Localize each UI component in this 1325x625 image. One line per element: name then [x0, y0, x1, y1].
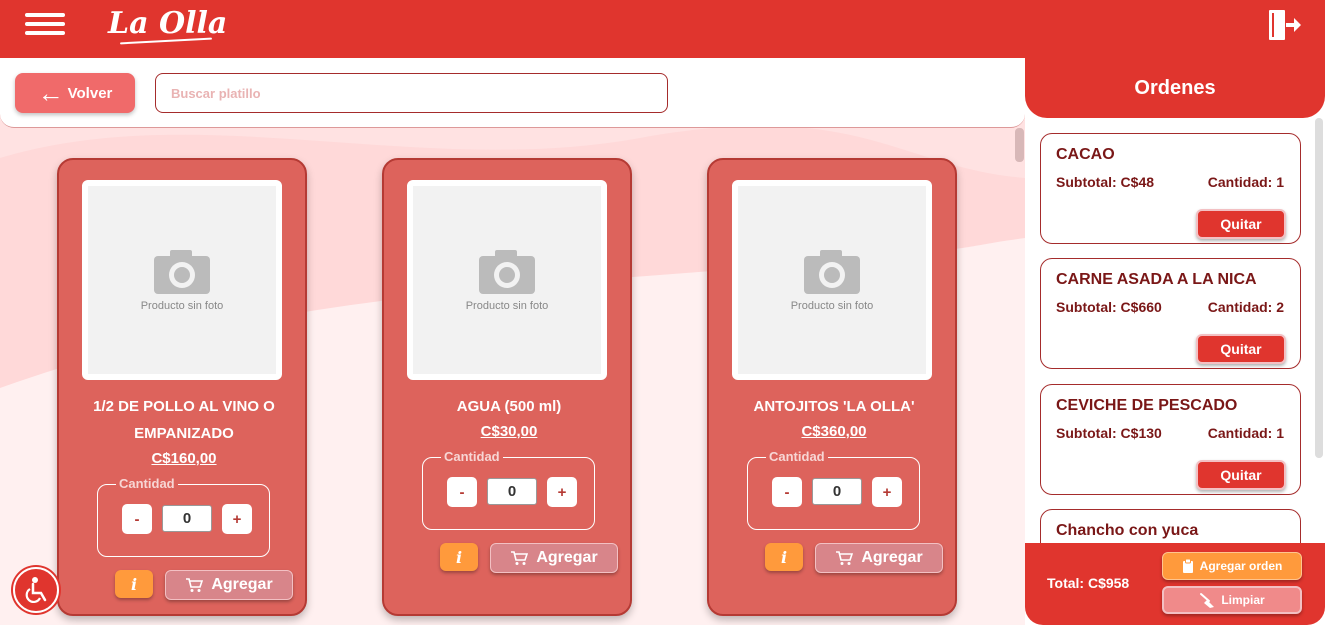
remove-order-button[interactable]: Quitar — [1196, 209, 1286, 239]
cart-icon — [186, 578, 204, 592]
broom-icon — [1200, 593, 1215, 608]
order-total: Total: C$958 — [1047, 575, 1130, 591]
info-button[interactable]: i — [440, 543, 478, 571]
add-order-label: Agregar orden — [1199, 559, 1283, 573]
orders-footer: Total: C$958 Agregar orden Limpiar — [1025, 543, 1325, 625]
order-item-name: Chancho con yuca — [1056, 522, 1199, 539]
clipboard-icon — [1182, 559, 1193, 573]
product-photo-placeholder: Producto sin foto — [732, 180, 932, 380]
top-bar: La Olla — [0, 0, 1325, 58]
decrement-button[interactable]: - — [122, 504, 152, 534]
photo-placeholder-text: Producto sin foto — [465, 300, 549, 312]
quantity-input[interactable]: 0 — [487, 478, 537, 505]
camera-icon — [804, 250, 860, 294]
order-item-quantity: Cantidad: 2 — [1207, 299, 1284, 315]
product-card: Producto sin foto AGUA (500 ml) C$30,00 … — [382, 158, 632, 616]
search-bar: ← Volver Buscar platillo — [0, 58, 1025, 128]
product-card: Producto sin foto 1/2 DE POLLO AL VINO O… — [57, 158, 307, 616]
clear-label: Limpiar — [1221, 593, 1265, 607]
info-button[interactable]: i — [115, 570, 153, 598]
photo-placeholder-text: Producto sin foto — [140, 300, 224, 312]
order-item-quantity: Cantidad: 1 — [1207, 174, 1284, 190]
accessibility-button[interactable] — [13, 567, 59, 613]
product-photo-placeholder: Producto sin foto — [407, 180, 607, 380]
add-button-label: Agregar — [536, 549, 598, 566]
camera-icon — [154, 250, 210, 294]
info-button[interactable]: i — [765, 543, 803, 571]
decrement-button[interactable]: - — [447, 477, 477, 507]
order-item-name: CACAO — [1056, 146, 1115, 163]
hamburger-menu-icon[interactable] — [25, 13, 65, 37]
quantity-input[interactable]: 0 — [812, 478, 862, 505]
remove-order-button[interactable]: Quitar — [1196, 334, 1286, 364]
order-item: CACAO Subtotal: C$48 Cantidad: 1 Quitar — [1040, 133, 1301, 244]
quantity-label: Cantidad — [441, 449, 503, 464]
add-to-cart-button[interactable]: Agregar — [815, 543, 943, 573]
orders-scrollbar[interactable] — [1315, 118, 1323, 458]
product-photo-placeholder: Producto sin foto — [82, 180, 282, 380]
order-item: CARNE ASADA A LA NICA Subtotal: C$660 Ca… — [1040, 258, 1301, 369]
product-price: C$30,00 — [480, 423, 538, 440]
quantity-box: Cantidad - 0 + — [422, 449, 595, 530]
wheelchair-icon — [25, 577, 47, 603]
back-button[interactable]: ← Volver — [15, 73, 135, 113]
increment-button[interactable]: + — [547, 477, 577, 507]
add-order-button[interactable]: Agregar orden — [1162, 552, 1302, 580]
cart-icon — [836, 551, 854, 565]
remove-order-button[interactable]: Quitar — [1196, 460, 1286, 490]
order-item-name: CEVICHE DE PESCADO — [1056, 397, 1238, 414]
add-button-label: Agregar — [861, 549, 923, 566]
order-item-subtotal: Subtotal: C$130 — [1056, 425, 1162, 441]
order-item: CEVICHE DE PESCADO Subtotal: C$130 Canti… — [1040, 384, 1301, 495]
orders-panel-title: Ordenes — [1025, 58, 1325, 118]
order-item-subtotal: Subtotal: C$48 — [1056, 174, 1155, 190]
quantity-input[interactable]: 0 — [162, 505, 212, 532]
add-to-cart-button[interactable]: Agregar — [165, 570, 293, 600]
product-name: AGUA (500 ml) — [456, 398, 562, 415]
increment-button[interactable]: + — [872, 477, 902, 507]
order-item-subtotal: Subtotal: C$660 — [1056, 299, 1162, 315]
product-name: 1/2 DE POLLO AL VINO O EMPANIZADO — [93, 398, 275, 442]
product-name: ANTOJITOS 'LA OLLA' — [753, 398, 915, 415]
logout-door-icon[interactable] — [1266, 8, 1302, 42]
camera-icon — [479, 250, 535, 294]
app-logo[interactable]: La Olla — [108, 6, 227, 41]
orders-panel: Ordenes CACAO Subtotal: C$48 Cantidad: 1… — [1025, 58, 1325, 625]
quantity-label: Cantidad — [116, 476, 178, 491]
increment-button[interactable]: + — [222, 504, 252, 534]
order-item-name: CARNE ASADA A LA NICA — [1056, 271, 1257, 288]
back-button-label: Volver — [67, 84, 113, 102]
quantity-box: Cantidad - 0 + — [747, 449, 920, 530]
cart-icon — [511, 551, 529, 565]
product-price: C$160,00 — [151, 450, 217, 467]
menu-area: ← Volver Buscar platillo Producto sin fo… — [0, 58, 1025, 625]
orders-scrollbar-thumb[interactable] — [1315, 118, 1323, 458]
search-input[interactable]: Buscar platillo — [155, 73, 668, 113]
add-to-cart-button[interactable]: Agregar — [490, 543, 618, 573]
decrement-button[interactable]: - — [772, 477, 802, 507]
order-item-quantity: Cantidad: 1 — [1207, 425, 1284, 441]
photo-placeholder-text: Producto sin foto — [790, 300, 874, 312]
quantity-box: Cantidad - 0 + — [97, 476, 270, 557]
scrollbar-thumb[interactable] — [1015, 128, 1024, 162]
arrow-left-icon: ← — [37, 78, 64, 108]
add-button-label: Agregar — [211, 576, 273, 593]
clear-button[interactable]: Limpiar — [1162, 586, 1302, 614]
product-card: Producto sin foto ANTOJITOS 'LA OLLA' C$… — [707, 158, 957, 616]
quantity-label: Cantidad — [766, 449, 828, 464]
product-price: C$360,00 — [801, 423, 867, 440]
